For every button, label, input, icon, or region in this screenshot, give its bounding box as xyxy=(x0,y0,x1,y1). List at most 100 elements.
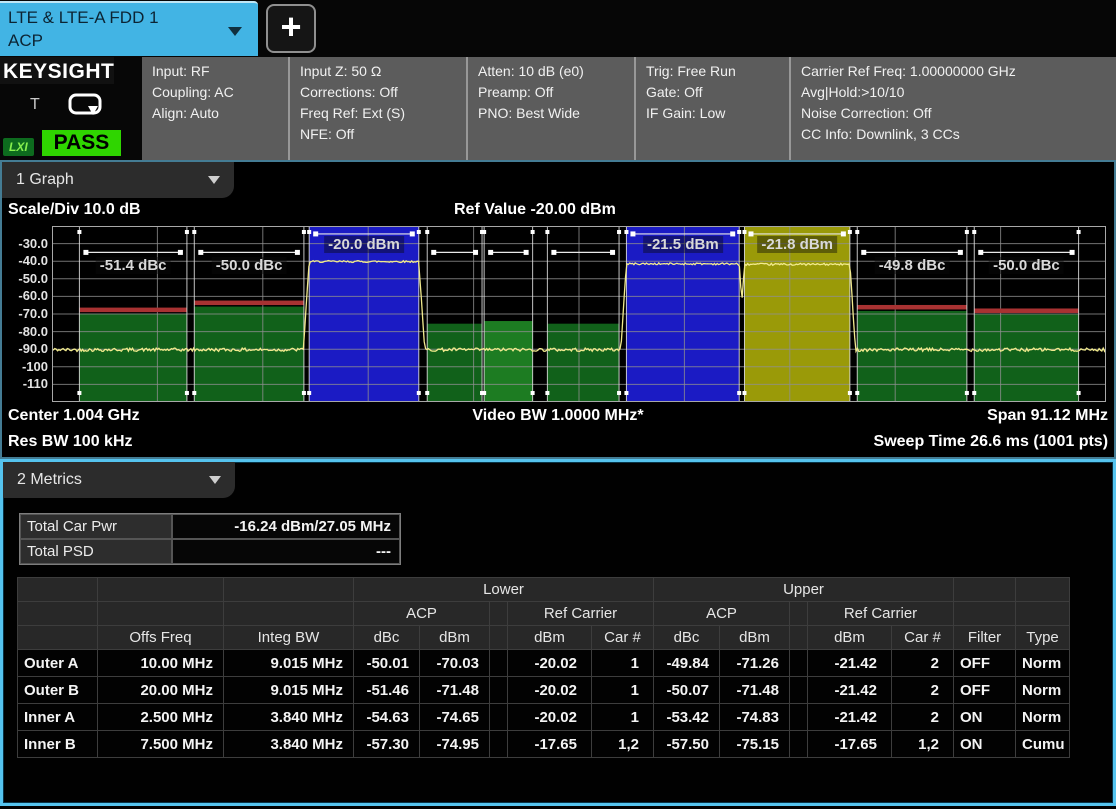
table-cell: 20.00 MHz xyxy=(98,677,224,704)
table-header-cell xyxy=(490,626,508,650)
y-axis-labels: -30.0-40.0-50.0-60.0-70.0-80.0-90.0-100-… xyxy=(2,226,52,402)
table-group-header-row: LowerUpper xyxy=(18,578,1070,602)
status-line: Freq Ref: Ext (S) xyxy=(300,103,466,124)
summary-label: Total PSD xyxy=(20,539,172,564)
status-line: IF Gain: Low xyxy=(646,103,789,124)
table-cell: 1,2 xyxy=(592,731,654,758)
status-line: CC Info: Downlink, 3 CCs xyxy=(801,124,1116,145)
table-header-cell xyxy=(790,602,808,626)
status-line: Gate: Off xyxy=(646,82,789,103)
table-header-cell xyxy=(1016,602,1070,626)
table-header-cell: dBm xyxy=(720,626,790,650)
measurement-mode-tab[interactable]: LTE & LTE-A FDD 1 ACP xyxy=(0,1,258,56)
table-column-header-row: Offs FreqInteg BWdBcdBmdBmCar #dBcdBmdBm… xyxy=(18,626,1070,650)
table-cell: -74.95 xyxy=(420,731,490,758)
summary-label: Total Car Pwr xyxy=(20,514,172,539)
tab-mode-label: LTE & LTE-A FDD 1 xyxy=(8,7,159,29)
footer-row-2: Res BW 100 kHz Sweep Time 26.6 ms (1001 … xyxy=(8,430,1108,456)
chevron-down-icon xyxy=(228,27,242,36)
metrics-window-selector[interactable]: 2 Metrics xyxy=(3,462,235,498)
table-header-cell: ACP xyxy=(354,602,490,626)
table-header-cell xyxy=(18,578,98,602)
table-cell: -74.65 xyxy=(420,704,490,731)
table-cell: -74.83 xyxy=(720,704,790,731)
table-cell: 1,2 xyxy=(892,731,954,758)
table-header-cell: Filter xyxy=(954,626,1016,650)
table-cell: -53.42 xyxy=(654,704,720,731)
table-header-cell: Car # xyxy=(892,626,954,650)
spectrum-plot[interactable]: -51.4 dBc-50.0 dBc-20.0 dBm-21.5 dBm-21.… xyxy=(52,226,1106,402)
status-line: Atten: 10 dB (e0) xyxy=(478,61,634,82)
reference-value[interactable]: Ref Value -20.00 dBm xyxy=(454,201,616,219)
table-header-cell xyxy=(954,602,1016,626)
y-axis-tick-label: -80.0 xyxy=(2,324,48,339)
chevron-down-icon xyxy=(208,176,220,184)
sweep-time[interactable]: Sweep Time 26.6 ms (1001 pts) xyxy=(741,430,1108,456)
span-value[interactable]: Span 91.12 MHz xyxy=(741,404,1108,430)
summary-row: Total Car Pwr-16.24 dBm/27.05 MHz xyxy=(20,514,400,539)
table-header-cell: Lower xyxy=(354,578,654,602)
brand-block: KEYSIGHT T LXI PASS xyxy=(0,57,142,160)
table-header-cell xyxy=(490,602,508,626)
table-header-cell: Ref Carrier xyxy=(808,602,954,626)
table-header-cell xyxy=(224,578,354,602)
table-header-cell xyxy=(18,602,98,626)
table-cell: OFF xyxy=(954,677,1016,704)
table-cell xyxy=(790,650,808,677)
table-cell: Outer B xyxy=(18,677,98,704)
table-cell: -57.50 xyxy=(654,731,720,758)
table-cell: 3.840 MHz xyxy=(224,731,354,758)
table-cell: -50.07 xyxy=(654,677,720,704)
table-header-cell: Integ BW xyxy=(224,626,354,650)
table-header-cell xyxy=(1016,578,1070,602)
table-cell: Cumu xyxy=(1016,731,1070,758)
display-icon xyxy=(68,93,102,117)
table-cell: -21.42 xyxy=(808,650,892,677)
indicator-row: T xyxy=(0,93,142,117)
table-row: Outer A10.00 MHz9.015 MHz-50.01-70.03-20… xyxy=(18,650,1070,677)
table-cell: 2.500 MHz xyxy=(98,704,224,731)
summary-row: Total PSD--- xyxy=(20,539,400,564)
status-column-4: Trig: Free RunGate: OffIF Gain: Low xyxy=(634,57,789,160)
center-frequency[interactable]: Center 1.004 GHz xyxy=(8,404,375,430)
table-row: Inner B7.500 MHz3.840 MHz-57.30-74.95-17… xyxy=(18,731,1070,758)
resolution-bandwidth[interactable]: Res BW 100 kHz xyxy=(8,430,375,456)
graph-window-selector[interactable]: 1 Graph xyxy=(2,162,234,198)
tab-bar: LTE & LTE-A FDD 1 ACP + xyxy=(0,0,1116,57)
table-cell xyxy=(790,677,808,704)
table-header-cell: dBc xyxy=(654,626,720,650)
table-cell: 1 xyxy=(592,704,654,731)
y-axis-tick-label: -40.0 xyxy=(2,253,48,268)
table-row: Inner A2.500 MHz3.840 MHz-54.63-74.65-20… xyxy=(18,704,1070,731)
footer-row-1: Center 1.004 GHz Video BW 1.0000 MHz* Sp… xyxy=(8,404,1108,430)
table-sub-header-row: ACPRef CarrierACPRef Carrier xyxy=(18,602,1070,626)
graph-footer: Center 1.004 GHz Video BW 1.0000 MHz* Sp… xyxy=(2,402,1114,456)
table-header-cell xyxy=(98,578,224,602)
y-axis-tick-label: -30.0 xyxy=(2,236,48,251)
table-cell: -20.02 xyxy=(508,704,592,731)
add-tab-button[interactable]: + xyxy=(266,4,316,53)
chevron-down-icon xyxy=(209,476,221,484)
table-cell xyxy=(490,704,508,731)
graph-window: 1 Graph Scale/Div 10.0 dB Ref Value -20.… xyxy=(0,160,1116,459)
table-cell: Norm xyxy=(1016,677,1070,704)
table-cell: 3.840 MHz xyxy=(224,704,354,731)
acp-results-table: LowerUpperACPRef CarrierACPRef CarrierOf… xyxy=(17,577,1070,758)
table-header-cell: dBm xyxy=(420,626,490,650)
tab-labels: LTE & LTE-A FDD 1 ACP xyxy=(0,7,159,51)
status-line: NFE: Off xyxy=(300,124,466,145)
video-bandwidth[interactable]: Video BW 1.0000 MHz* xyxy=(375,404,742,430)
table-cell: -50.01 xyxy=(354,650,420,677)
table-cell: 2 xyxy=(892,650,954,677)
table-cell xyxy=(790,704,808,731)
table-cell: 10.00 MHz xyxy=(98,650,224,677)
scale-per-division[interactable]: Scale/Div 10.0 dB xyxy=(8,201,141,219)
total-power-summary: Total Car Pwr-16.24 dBm/27.05 MHzTotal P… xyxy=(19,513,401,565)
status-column-3: Atten: 10 dB (e0)Preamp: OffPNO: Best Wi… xyxy=(466,57,634,160)
table-cell: -21.42 xyxy=(808,677,892,704)
status-column-2: Input Z: 50 ΩCorrections: OffFreq Ref: E… xyxy=(288,57,466,160)
table-cell: -20.02 xyxy=(508,677,592,704)
table-cell: 2 xyxy=(892,677,954,704)
table-cell: -57.30 xyxy=(354,731,420,758)
table-header-cell: Offs Freq xyxy=(98,626,224,650)
